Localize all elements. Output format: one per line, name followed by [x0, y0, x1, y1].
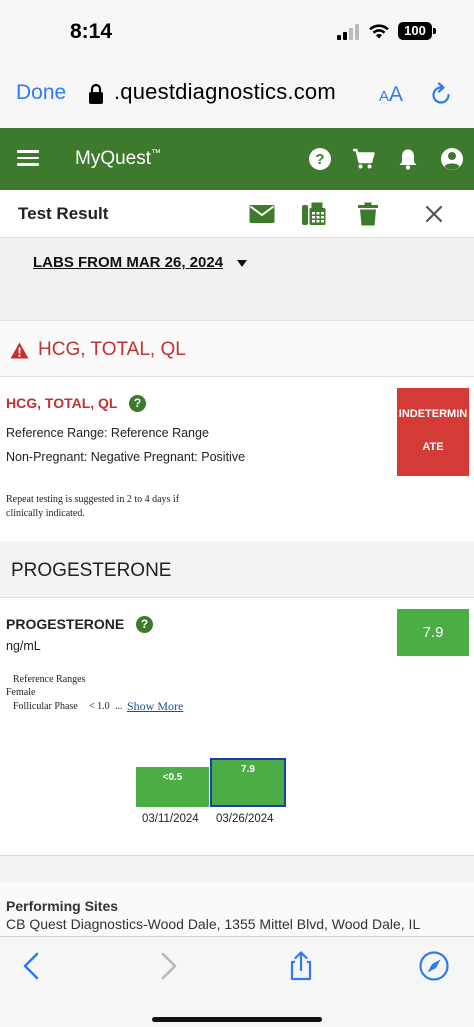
app-header: MyQuest™ ? — [0, 128, 474, 190]
hcg-note-line-1: Repeat testing is suggested in 2 to 4 da… — [6, 494, 180, 505]
progesterone-section-title: PROGESTERONE — [11, 560, 172, 581]
hcg-result-card: HCG, TOTAL, QL ? Reference Range: Refere… — [0, 377, 474, 541]
hcg-section-header[interactable]: HCG, TOTAL, QL — [0, 320, 474, 377]
reference-sex: Female — [6, 687, 36, 698]
text-size-big: A — [389, 83, 404, 106]
brand-logo[interactable]: MyQuest™ — [75, 148, 161, 170]
trash-icon[interactable] — [355, 202, 381, 226]
hcg-result-line-1: INDETERMIN — [398, 408, 468, 420]
labs-selector-area: LABS FROM MAR 26, 2024 — [0, 238, 474, 320]
hcg-note-line-2: clinically indicated. — [6, 508, 85, 519]
warning-icon — [10, 342, 29, 359]
menu-icon[interactable] — [17, 150, 39, 166]
bell-icon[interactable] — [396, 147, 420, 171]
history-bar[interactable]: 7.9 — [210, 758, 286, 807]
reference-ranges-title: Reference Ranges — [13, 674, 86, 685]
text-size-button[interactable]: AA — [379, 83, 403, 107]
progesterone-result-badge: 7.9 — [397, 609, 469, 656]
svg-text:?: ? — [315, 151, 324, 168]
hcg-result-line-2: ATE — [422, 441, 444, 453]
hcg-test-name: HCG, TOTAL, QL — [6, 395, 118, 411]
battery-indicator: 100 — [398, 22, 436, 40]
performing-sites-title: Performing Sites — [6, 898, 119, 914]
show-more-link[interactable]: Show More — [127, 699, 183, 714]
help-icon[interactable]: ? — [308, 147, 332, 171]
home-indicator — [152, 1017, 322, 1022]
browser-bar: Done .questdiagnostics.com AA — [0, 64, 474, 128]
compass-icon[interactable] — [419, 951, 449, 981]
status-bar: 8:14 100 — [0, 0, 474, 64]
back-icon[interactable] — [17, 951, 47, 981]
hcg-section-title: HCG, TOTAL, QL — [38, 339, 186, 360]
progesterone-units: ng/mL — [6, 639, 41, 653]
labs-date-dropdown[interactable]: LABS FROM MAR 26, 2024 — [33, 254, 223, 271]
signal-icon — [337, 24, 361, 40]
page-title: Test Result — [18, 204, 109, 223]
share-icon[interactable] — [286, 951, 316, 981]
history-date: 03/26/2024 — [216, 813, 274, 825]
progesterone-test-name: PROGESTERONE — [6, 616, 125, 632]
test-result-toolbar: Test Result — [0, 190, 474, 238]
close-icon[interactable] — [421, 202, 447, 226]
reference-phase: Follicular Phase — [13, 701, 78, 712]
cart-icon[interactable] — [352, 147, 376, 171]
fax-icon[interactable] — [301, 202, 327, 226]
history-bar[interactable]: <0.5 — [136, 767, 209, 807]
hcg-result-badge: INDETERMIN ATE — [397, 388, 469, 476]
brand-name: MyQuest — [75, 148, 152, 169]
hcg-reference-range: Reference Range: Reference Range — [6, 426, 209, 440]
caret-down-icon[interactable] — [237, 260, 247, 267]
url-field[interactable]: .questdiagnostics.com — [114, 79, 336, 105]
page: 8:14 100 Done .questdiagnostics.com AA M… — [0, 0, 474, 1027]
done-button[interactable]: Done — [16, 81, 66, 105]
reference-value: < 1.0 — [89, 701, 110, 712]
lock-icon — [89, 83, 103, 104]
reload-icon[interactable] — [428, 82, 454, 108]
wifi-icon — [369, 24, 389, 39]
progesterone-section-header[interactable]: PROGESTERONE — [0, 541, 474, 598]
performing-site-address: CB Quest Diagnostics-Wood Dale, 1355 Mit… — [6, 916, 421, 932]
reference-ellipsis: ... — [115, 701, 123, 712]
performing-sites: Performing Sites CB Quest Diagnostics-Wo… — [0, 882, 474, 936]
text-size-small: A — [379, 88, 390, 105]
account-icon[interactable] — [440, 147, 464, 171]
forward-icon[interactable] — [153, 951, 183, 981]
brand-trademark: ™ — [151, 148, 162, 159]
status-time: 8:14 — [70, 20, 113, 43]
history-date: 03/11/2024 — [142, 813, 199, 825]
section-gap — [0, 856, 474, 882]
browser-bottom-toolbar — [0, 936, 474, 1027]
mail-icon[interactable] — [249, 202, 275, 226]
progesterone-help-icon[interactable]: ? — [136, 616, 153, 633]
progesterone-result-card: PROGESTERONE ? ng/mL 7.9 Reference Range… — [0, 598, 474, 856]
hcg-help-icon[interactable]: ? — [129, 395, 146, 412]
hcg-pregnancy-reference: Non-Pregnant: Negative Pregnant: Positiv… — [6, 450, 246, 464]
